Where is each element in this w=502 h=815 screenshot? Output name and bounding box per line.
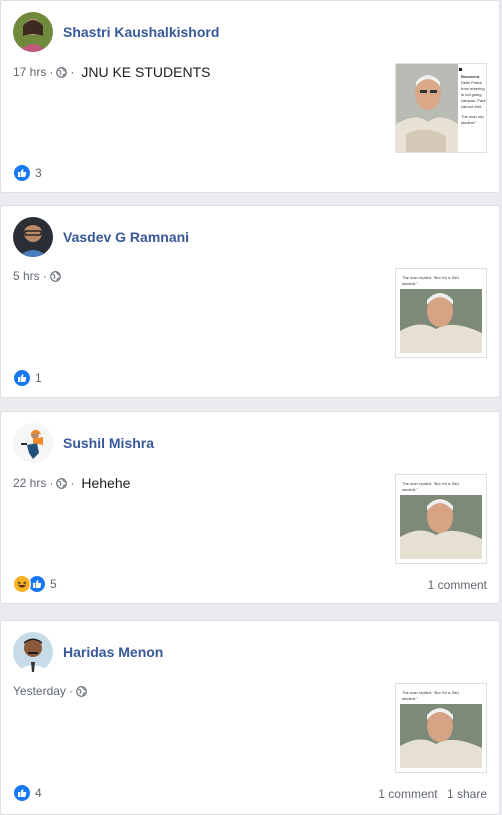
thumb-text-line: student." <box>461 120 477 125</box>
author-name[interactable]: Sushil Mishra <box>63 435 154 451</box>
globe-icon[interactable] <box>76 685 87 697</box>
post-card: Shastri Kaushalkishord 17 hrs · · JNU KE… <box>0 0 500 193</box>
separator: · <box>49 65 54 79</box>
globe-icon[interactable] <box>56 477 68 489</box>
laughing-face-icon <box>13 575 31 593</box>
reactions-summary[interactable]: 1 <box>13 369 42 387</box>
globe-icon[interactable] <box>49 270 61 282</box>
thumb-text-line: cannot visit. <box>461 104 483 109</box>
avatar[interactable] <box>13 217 53 257</box>
reaction-count: 3 <box>35 166 42 180</box>
thumb-text-line: student." <box>402 487 418 492</box>
thumbs-up-icon <box>13 164 31 182</box>
avatar[interactable] <box>13 423 53 463</box>
post-meta: Yesterday · <box>13 684 87 698</box>
reaction-count: 1 <box>35 371 42 385</box>
post-card: Sushil Mishra 22 hrs · · Hehehe The man … <box>0 411 500 604</box>
author-name[interactable]: Vasdev G Ramnani <box>63 229 189 245</box>
separator: · <box>70 476 75 490</box>
separator: · <box>42 269 47 283</box>
avatar[interactable] <box>13 12 53 52</box>
thumbs-up-icon <box>13 369 31 387</box>
shares-link[interactable]: 1 share <box>447 787 487 801</box>
globe-icon[interactable] <box>56 66 68 78</box>
avatar[interactable] <box>13 632 53 672</box>
separator: · <box>68 684 73 698</box>
post-time[interactable]: Yesterday <box>13 684 66 698</box>
reaction-count: 5 <box>50 577 57 591</box>
post-thumbnail[interactable]: The man replied: "But I'm a JNU student.… <box>395 268 487 358</box>
comments-link[interactable]: 1 comment <box>378 787 437 801</box>
author-name[interactable]: Shastri Kaushalkishord <box>63 24 219 40</box>
post-time[interactable]: 5 hrs <box>13 269 40 283</box>
post-meta: 22 hrs · · Hehehe <box>13 475 130 491</box>
separator: · <box>49 476 54 490</box>
post-thumbnail[interactable]: The man replied: "But I'm a JNU student.… <box>395 683 487 773</box>
post-time[interactable]: 22 hrs <box>13 476 46 490</box>
post-thumbnail[interactable]: Bsouvera Delhi Police from entering is n… <box>395 63 487 153</box>
reaction-count: 4 <box>35 786 42 800</box>
post-stats: 1 comment <box>428 578 487 592</box>
post-text: Hehehe <box>81 475 131 491</box>
post-meta: 5 hrs · <box>13 269 61 283</box>
post-meta: 17 hrs · · JNU KE STUDENTS <box>13 64 210 80</box>
separator: · <box>70 65 75 79</box>
reactions-summary[interactable]: 5 <box>13 575 57 593</box>
reactions-summary[interactable]: 4 <box>13 784 42 802</box>
post-card: Vasdev G Ramnani 5 hrs · The man replied… <box>0 205 500 398</box>
post-stats: 1 comment 1 share <box>378 787 487 801</box>
post-text: JNU KE STUDENTS <box>81 64 211 80</box>
reactions-summary[interactable]: 3 <box>13 164 42 182</box>
thumb-text-line: student." <box>402 696 418 701</box>
comments-link[interactable]: 1 comment <box>428 578 487 592</box>
post-thumbnail[interactable]: The man replied: "But I'm a JNU student.… <box>395 474 487 564</box>
thumbs-up-icon <box>13 784 31 802</box>
post-time[interactable]: 17 hrs <box>13 65 46 79</box>
thumb-text-line: student." <box>402 281 418 286</box>
post-card: Haridas Menon Yesterday · The man replie… <box>0 620 500 815</box>
author-name[interactable]: Haridas Menon <box>63 644 163 660</box>
